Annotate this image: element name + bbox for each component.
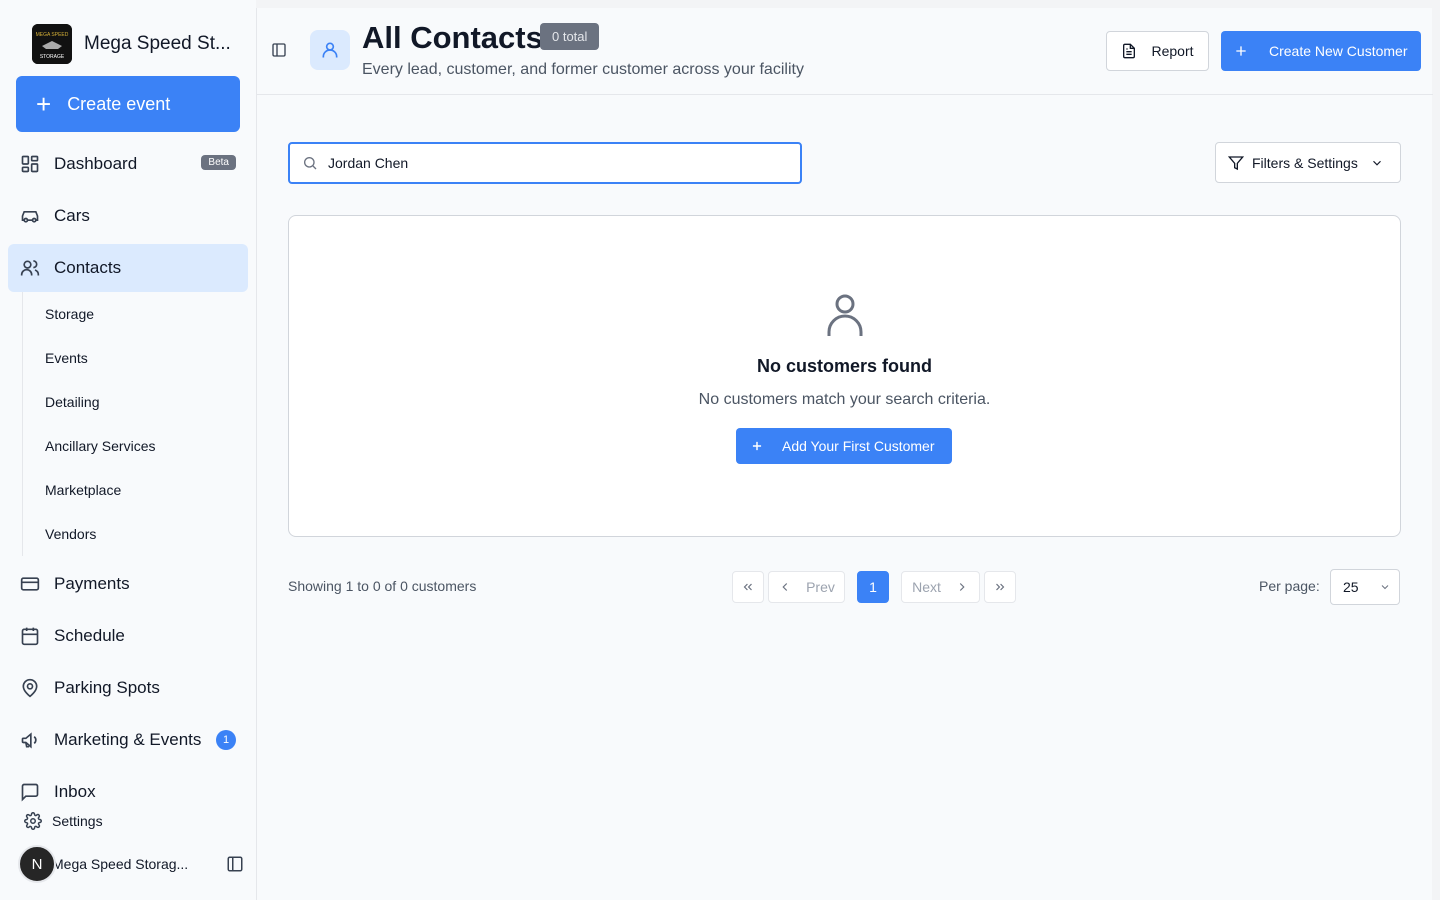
empty-state-title: No customers found <box>756 356 932 376</box>
create-event-label: Create event <box>67 93 171 114</box>
chevrons-right-icon <box>996 583 1005 591</box>
sidebar-toggle-icon[interactable] <box>271 42 287 58</box>
page-subtitle: Every lead, customer, and former custome… <box>362 61 804 78</box>
file-text-icon <box>1123 43 1136 59</box>
filter-icon <box>1228 155 1244 170</box>
svg-text:MEGA SPEED: MEGA SPEED <box>36 32 69 38</box>
settings-link[interactable]: Settings <box>24 812 103 830</box>
calendar-icon <box>21 627 39 646</box>
search-box <box>288 142 802 184</box>
nav-label-marketing-events: Marketing & Events <box>54 730 202 749</box>
chevron-left-icon <box>782 583 788 591</box>
total-badge: 0 total <box>540 23 600 50</box>
map-pin-icon <box>22 678 38 698</box>
brand-logo: MEGA SPEED STORAGE <box>32 24 72 64</box>
nav-label-cars: Cars <box>54 206 90 225</box>
nav-item-inbox[interactable]: Inbox <box>8 768 248 816</box>
create-event-button[interactable]: + Create event <box>16 76 240 132</box>
next-page-button[interactable]: Next <box>901 571 980 603</box>
nav-label-inbox: Inbox <box>54 782 96 801</box>
sub-item-storage[interactable]: Storage <box>45 296 94 332</box>
create-customer-label: Create New Customer <box>1269 43 1408 59</box>
brand-name: Mega Speed St... <box>84 33 231 54</box>
nav-label-payments: Payments <box>54 574 130 593</box>
nav-item-dashboard[interactable]: Dashboard Beta <box>8 140 248 188</box>
settings-label: Settings <box>52 813 103 829</box>
plus-icon <box>1236 46 1246 56</box>
message-square-icon <box>21 783 39 802</box>
search-icon <box>304 157 317 170</box>
chevrons-left-icon <box>743 583 752 591</box>
per-page-value: 25 <box>1343 579 1359 595</box>
create-new-customer-button[interactable]: Create New Customer <box>1221 31 1421 71</box>
empty-state-subtitle: No customers match your search criteria. <box>698 391 991 408</box>
prev-label: Prev <box>806 579 835 595</box>
gear-icon <box>24 812 42 830</box>
sidebar: MEGA SPEED STORAGE Mega Speed St... + Cr… <box>0 0 256 900</box>
panel-left-icon[interactable] <box>226 855 244 873</box>
nav-item-schedule[interactable]: Schedule <box>8 612 248 660</box>
chevron-right-icon <box>959 583 965 591</box>
sub-item-marketplace[interactable]: Marketplace <box>45 472 121 508</box>
chevron-down-icon <box>1381 585 1388 590</box>
users-icon <box>20 260 40 276</box>
user-icon <box>827 294 863 336</box>
pagination-summary: Showing 1 to 0 of 0 customers <box>288 578 477 594</box>
svg-text:STORAGE: STORAGE <box>40 54 65 60</box>
nav-label-parking-spots: Parking Spots <box>54 678 160 697</box>
nav-item-cars[interactable]: Cars <box>8 192 248 240</box>
add-first-customer-label: Add Your First Customer <box>782 438 935 454</box>
user-menu[interactable]: N Mega Speed Storag... <box>18 844 244 884</box>
user-name: Mega Speed Storag... <box>52 856 189 872</box>
sub-item-events[interactable]: Events <box>45 340 88 376</box>
first-page-button[interactable] <box>732 571 764 603</box>
main-content: All Contacts 0 total Every lead, custome… <box>256 8 1433 900</box>
page-title: All Contacts <box>362 20 543 55</box>
nav-label-contacts: Contacts <box>54 258 122 277</box>
nav-item-parking-spots[interactable]: Parking Spots <box>8 664 248 712</box>
nav-item-payments[interactable]: Payments <box>8 560 248 608</box>
next-label: Next <box>912 579 941 595</box>
last-page-button[interactable] <box>984 571 1016 603</box>
marketing-count-badge: 1 <box>216 730 236 750</box>
filters-settings-button[interactable]: Filters & Settings <box>1215 142 1401 183</box>
prev-page-button[interactable]: Prev <box>768 571 845 603</box>
nav-label-dashboard: Dashboard <box>54 154 138 173</box>
megaphone-icon <box>21 732 37 749</box>
plus-icon <box>752 441 762 451</box>
add-first-customer-button[interactable]: Add Your First Customer <box>736 428 952 464</box>
search-input[interactable] <box>328 155 768 171</box>
credit-card-icon <box>20 577 40 591</box>
nav-label-schedule: Schedule <box>54 626 125 645</box>
per-page-label: Per page: <box>1259 578 1320 594</box>
per-page-select[interactable]: 25 <box>1330 569 1400 605</box>
sub-item-ancillary-services[interactable]: Ancillary Services <box>45 428 155 464</box>
nav-item-marketing-events[interactable]: Marketing & Events 1 <box>8 716 248 764</box>
sub-item-detailing[interactable]: Detailing <box>45 384 99 420</box>
page-header: All Contacts 0 total Every lead, custome… <box>257 8 1433 95</box>
dashboard-icon <box>21 155 39 173</box>
chevron-down-icon <box>1372 160 1381 166</box>
report-label: Report <box>1151 43 1194 59</box>
empty-state-card: No customers found No customers match yo… <box>288 215 1401 537</box>
beta-badge: Beta <box>201 155 236 170</box>
sub-item-vendors[interactable]: Vendors <box>45 516 96 552</box>
brand[interactable]: MEGA SPEED STORAGE Mega Speed St... <box>32 24 232 64</box>
nav-item-contacts[interactable]: Contacts <box>8 244 248 292</box>
car-icon <box>21 211 39 223</box>
filters-label: Filters & Settings <box>1252 154 1358 171</box>
page-button-current[interactable]: 1 <box>857 571 889 603</box>
plus-icon: + <box>36 89 52 119</box>
contact-page-icon <box>310 30 350 70</box>
avatar: N <box>18 845 56 883</box>
report-button[interactable]: Report <box>1106 31 1209 71</box>
